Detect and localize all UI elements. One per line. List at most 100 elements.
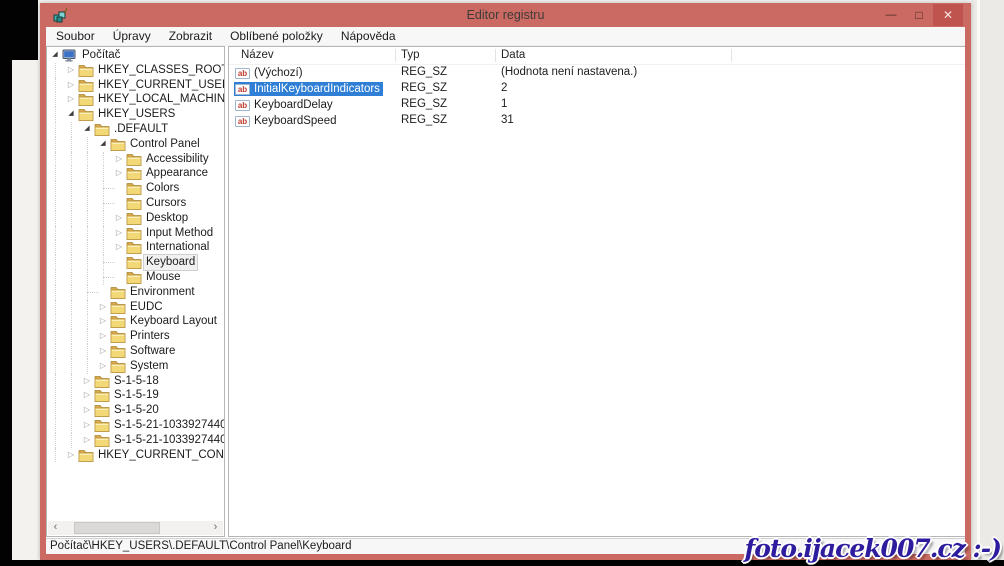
- folder-icon: [110, 360, 126, 373]
- value-name-cell: abKeyboardDelay: [234, 97, 336, 113]
- tree-item-system[interactable]: ▷System: [47, 359, 224, 374]
- expand-arrow-icon[interactable]: ▷: [97, 359, 109, 374]
- tree-item-hkey-classes-root[interactable]: ▷HKEY_CLASSES_ROOT: [47, 63, 224, 78]
- expand-arrow-icon[interactable]: ▷: [97, 314, 109, 329]
- collapse-arrow-icon[interactable]: ◢: [97, 137, 109, 152]
- menu-bar: SouborÚpravyZobrazitOblíbené položkyNápo…: [46, 27, 965, 46]
- value-row-initialkeyboardindicators[interactable]: abInitialKeyboardIndicatorsREG_SZ2: [229, 81, 965, 97]
- expand-arrow-icon[interactable]: ▷: [81, 388, 93, 403]
- tree-item-cursors[interactable]: Cursors: [47, 196, 224, 211]
- menu-item-soubor[interactable]: Soubor: [47, 27, 104, 45]
- tree-item-label: Colors: [144, 181, 181, 196]
- expand-arrow-icon[interactable]: ▷: [113, 226, 125, 241]
- tree-item-international[interactable]: ▷International: [47, 240, 224, 255]
- tree-item-label: .DEFAULT: [112, 122, 170, 137]
- tree-item-mouse[interactable]: Mouse: [47, 270, 224, 285]
- menu-item-úpravy[interactable]: Úpravy: [104, 27, 160, 45]
- tree-item-hkey-current-config[interactable]: ▷HKEY_CURRENT_CONFIG: [47, 448, 224, 463]
- computer-icon: [62, 49, 78, 62]
- tree-item-desktop[interactable]: ▷Desktop: [47, 211, 224, 226]
- tree-item-keyboard[interactable]: Keyboard: [47, 255, 224, 270]
- column-header-data[interactable]: Data: [501, 49, 525, 61]
- scrollbar-track[interactable]: [63, 521, 208, 535]
- column-separator[interactable]: [495, 49, 496, 62]
- scrollbar-thumb[interactable]: [74, 522, 160, 534]
- minimize-button[interactable]: —: [877, 4, 905, 26]
- close-button[interactable]: ✕: [933, 4, 963, 26]
- tree-item-label: Software: [128, 344, 177, 359]
- maximize-button[interactable]: □: [905, 4, 933, 26]
- scroll-right-icon[interactable]: ›: [208, 521, 223, 535]
- collapse-arrow-icon[interactable]: ◢: [65, 107, 77, 122]
- value-row-výchozí[interactable]: ab(Výchozí)REG_SZ(Hodnota není nastavena…: [229, 65, 965, 81]
- tree-item-s-1-5-19[interactable]: ▷S-1-5-19: [47, 388, 224, 403]
- content-area: ◢Počítač▷HKEY_CLASSES_ROOT▷HKEY_CURRENT_…: [46, 46, 965, 538]
- tree-guide-line: [103, 152, 104, 167]
- expand-arrow-icon[interactable]: ▷: [113, 240, 125, 255]
- tree-item-printers[interactable]: ▷Printers: [47, 329, 224, 344]
- column-header-název[interactable]: Název: [241, 49, 274, 61]
- expand-arrow-icon[interactable]: ▷: [81, 418, 93, 433]
- expand-arrow-icon[interactable]: ▷: [81, 403, 93, 418]
- tree-item-s-1-5-21-1033927440-153[interactable]: ▷S-1-5-21-1033927440-153: [47, 418, 224, 433]
- tree-item-počítač[interactable]: ◢ Počítač: [47, 48, 224, 63]
- tree-item-accessibility[interactable]: ▷Accessibility: [47, 152, 224, 167]
- tree-item-eudc[interactable]: ▷EUDC: [47, 300, 224, 315]
- tree-horizontal-scrollbar[interactable]: ‹ ›: [48, 521, 223, 535]
- tree-item-environment[interactable]: Environment: [47, 285, 224, 300]
- tree-item-hkey-local-machine[interactable]: ▷HKEY_LOCAL_MACHINE: [47, 92, 224, 107]
- value-row-keyboardspeed[interactable]: abKeyboardSpeedREG_SZ31: [229, 113, 965, 129]
- value-type: REG_SZ: [401, 113, 447, 128]
- tree-item-label: Počítač: [80, 48, 122, 63]
- registry-tree-pane: ◢Počítač▷HKEY_CLASSES_ROOT▷HKEY_CURRENT_…: [46, 46, 225, 537]
- tree-item-control-panel[interactable]: ◢Control Panel: [47, 137, 224, 152]
- column-header-typ[interactable]: Typ: [401, 49, 420, 61]
- expand-arrow-icon[interactable]: ▷: [113, 211, 125, 226]
- tree-guide-line: [71, 166, 72, 181]
- collapse-arrow-icon[interactable]: ◢: [49, 48, 61, 63]
- tree-guide-line: [87, 329, 88, 344]
- tree-item-label: Keyboard: [144, 255, 197, 270]
- expand-arrow-icon[interactable]: ▷: [65, 448, 77, 463]
- expand-arrow-icon[interactable]: ▷: [65, 78, 77, 93]
- menu-item-oblíbené-položky[interactable]: Oblíbené položky: [221, 27, 332, 45]
- column-separator[interactable]: [731, 49, 732, 62]
- tree-item-keyboard-layout[interactable]: ▷Keyboard Layout: [47, 314, 224, 329]
- tree-item-colors[interactable]: Colors: [47, 181, 224, 196]
- value-row-keyboarddelay[interactable]: abKeyboardDelayREG_SZ1: [229, 97, 965, 113]
- expand-arrow-icon[interactable]: ▷: [97, 300, 109, 315]
- tree-item-hkey-current-user[interactable]: ▷HKEY_CURRENT_USER: [47, 78, 224, 93]
- tree-guide-line: [55, 211, 56, 226]
- tree-item-s-1-5-18[interactable]: ▷S-1-5-18: [47, 374, 224, 389]
- tree-item-label: HKEY_USERS: [96, 107, 177, 122]
- expand-arrow-icon[interactable]: ▷: [81, 374, 93, 389]
- expand-arrow-icon[interactable]: ▷: [113, 166, 125, 181]
- menu-item-zobrazit[interactable]: Zobrazit: [160, 27, 221, 45]
- expand-arrow-icon[interactable]: ▷: [81, 433, 93, 448]
- column-separator[interactable]: [395, 49, 396, 62]
- folder-icon: [110, 330, 126, 343]
- expand-arrow-icon[interactable]: ▷: [113, 152, 125, 167]
- value-data: (Hodnota není nastavena.): [501, 65, 637, 80]
- expand-arrow-icon[interactable]: ▷: [97, 344, 109, 359]
- tree-item-software[interactable]: ▷ Software: [47, 344, 224, 359]
- expand-arrow-icon[interactable]: ▷: [97, 329, 109, 344]
- expand-arrow-icon[interactable]: ▷: [65, 63, 77, 78]
- tree-item-input-method[interactable]: ▷Input Method: [47, 226, 224, 241]
- tree-item-default[interactable]: ◢ .DEFAULT: [47, 122, 224, 137]
- expand-arrow-icon[interactable]: ▷: [65, 92, 77, 107]
- tree-item-label: Cursors: [144, 196, 188, 211]
- tree-item-s-1-5-20[interactable]: ▷S-1-5-20: [47, 403, 224, 418]
- tree-guide-line: [71, 152, 72, 167]
- folder-icon: [110, 345, 126, 358]
- reg-sz-string-icon: ab: [235, 100, 250, 111]
- tree-guide-line: [55, 181, 56, 196]
- menu-item-nápověda[interactable]: Nápověda: [332, 27, 405, 45]
- collapse-arrow-icon[interactable]: ◢: [81, 122, 93, 137]
- photo-border-corner: [0, 0, 38, 60]
- scroll-left-icon[interactable]: ‹: [48, 521, 63, 535]
- tree-item-hkey-users[interactable]: ◢ HKEY_USERS: [47, 107, 224, 122]
- tree-guide-line: [55, 137, 56, 152]
- tree-item-appearance[interactable]: ▷Appearance: [47, 166, 224, 181]
- tree-item-s-1-5-21-1033927440-153[interactable]: ▷S-1-5-21-1033927440-153: [47, 433, 224, 448]
